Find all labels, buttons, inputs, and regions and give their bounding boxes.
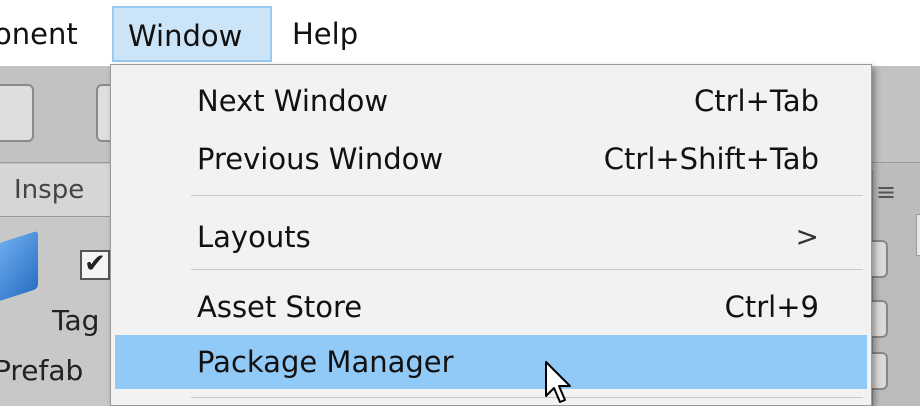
menu-bar: onent Window Help [0, 0, 920, 66]
active-checkbox[interactable]: ✔ [80, 250, 110, 280]
menu-item-label: Next Window [197, 84, 389, 118]
menu-item-next-window[interactable]: Next Window Ctrl+Tab [115, 77, 867, 125]
right-panel-tab[interactable] [916, 214, 920, 256]
menu-separator [191, 195, 863, 196]
menu-item-label: Package Manager [197, 345, 454, 379]
menu-component[interactable]: onent [0, 6, 78, 62]
menu-window[interactable]: Window [112, 6, 272, 62]
menu-item-asset-store[interactable]: Asset Store Ctrl+9 [115, 283, 867, 331]
dropdown-stub[interactable] [870, 240, 888, 278]
menu-item-shortcut: Ctrl+9 [724, 290, 819, 324]
chevron-right-icon: > [795, 220, 819, 253]
menu-separator [191, 269, 863, 270]
menu-item-label: Previous Window [197, 142, 444, 176]
menu-item-package-manager[interactable]: Package Manager [115, 335, 867, 389]
panel-menu-icon[interactable]: ≡ [876, 178, 896, 206]
dropdown-stub[interactable] [870, 352, 888, 390]
menu-item-layouts[interactable]: Layouts > [115, 213, 867, 261]
prefab-label: Prefab [0, 354, 84, 387]
menu-separator [191, 397, 863, 398]
menu-item-shortcut: Ctrl+Shift+Tab [603, 142, 819, 176]
menu-item-label: Layouts [197, 220, 311, 254]
toolbar-button[interactable] [0, 84, 34, 142]
menu-item-previous-window[interactable]: Previous Window Ctrl+Shift+Tab [115, 135, 867, 183]
dropdown-stub[interactable] [870, 300, 888, 338]
pointer-cursor-icon [545, 361, 571, 403]
tag-label: Tag [52, 304, 100, 337]
menu-item-label: Asset Store [197, 290, 363, 324]
menu-item-shortcut: Ctrl+Tab [694, 84, 819, 118]
menu-help[interactable]: Help [292, 6, 358, 62]
window-menu-dropdown: Next Window Ctrl+Tab Previous Window Ctr… [110, 64, 872, 406]
